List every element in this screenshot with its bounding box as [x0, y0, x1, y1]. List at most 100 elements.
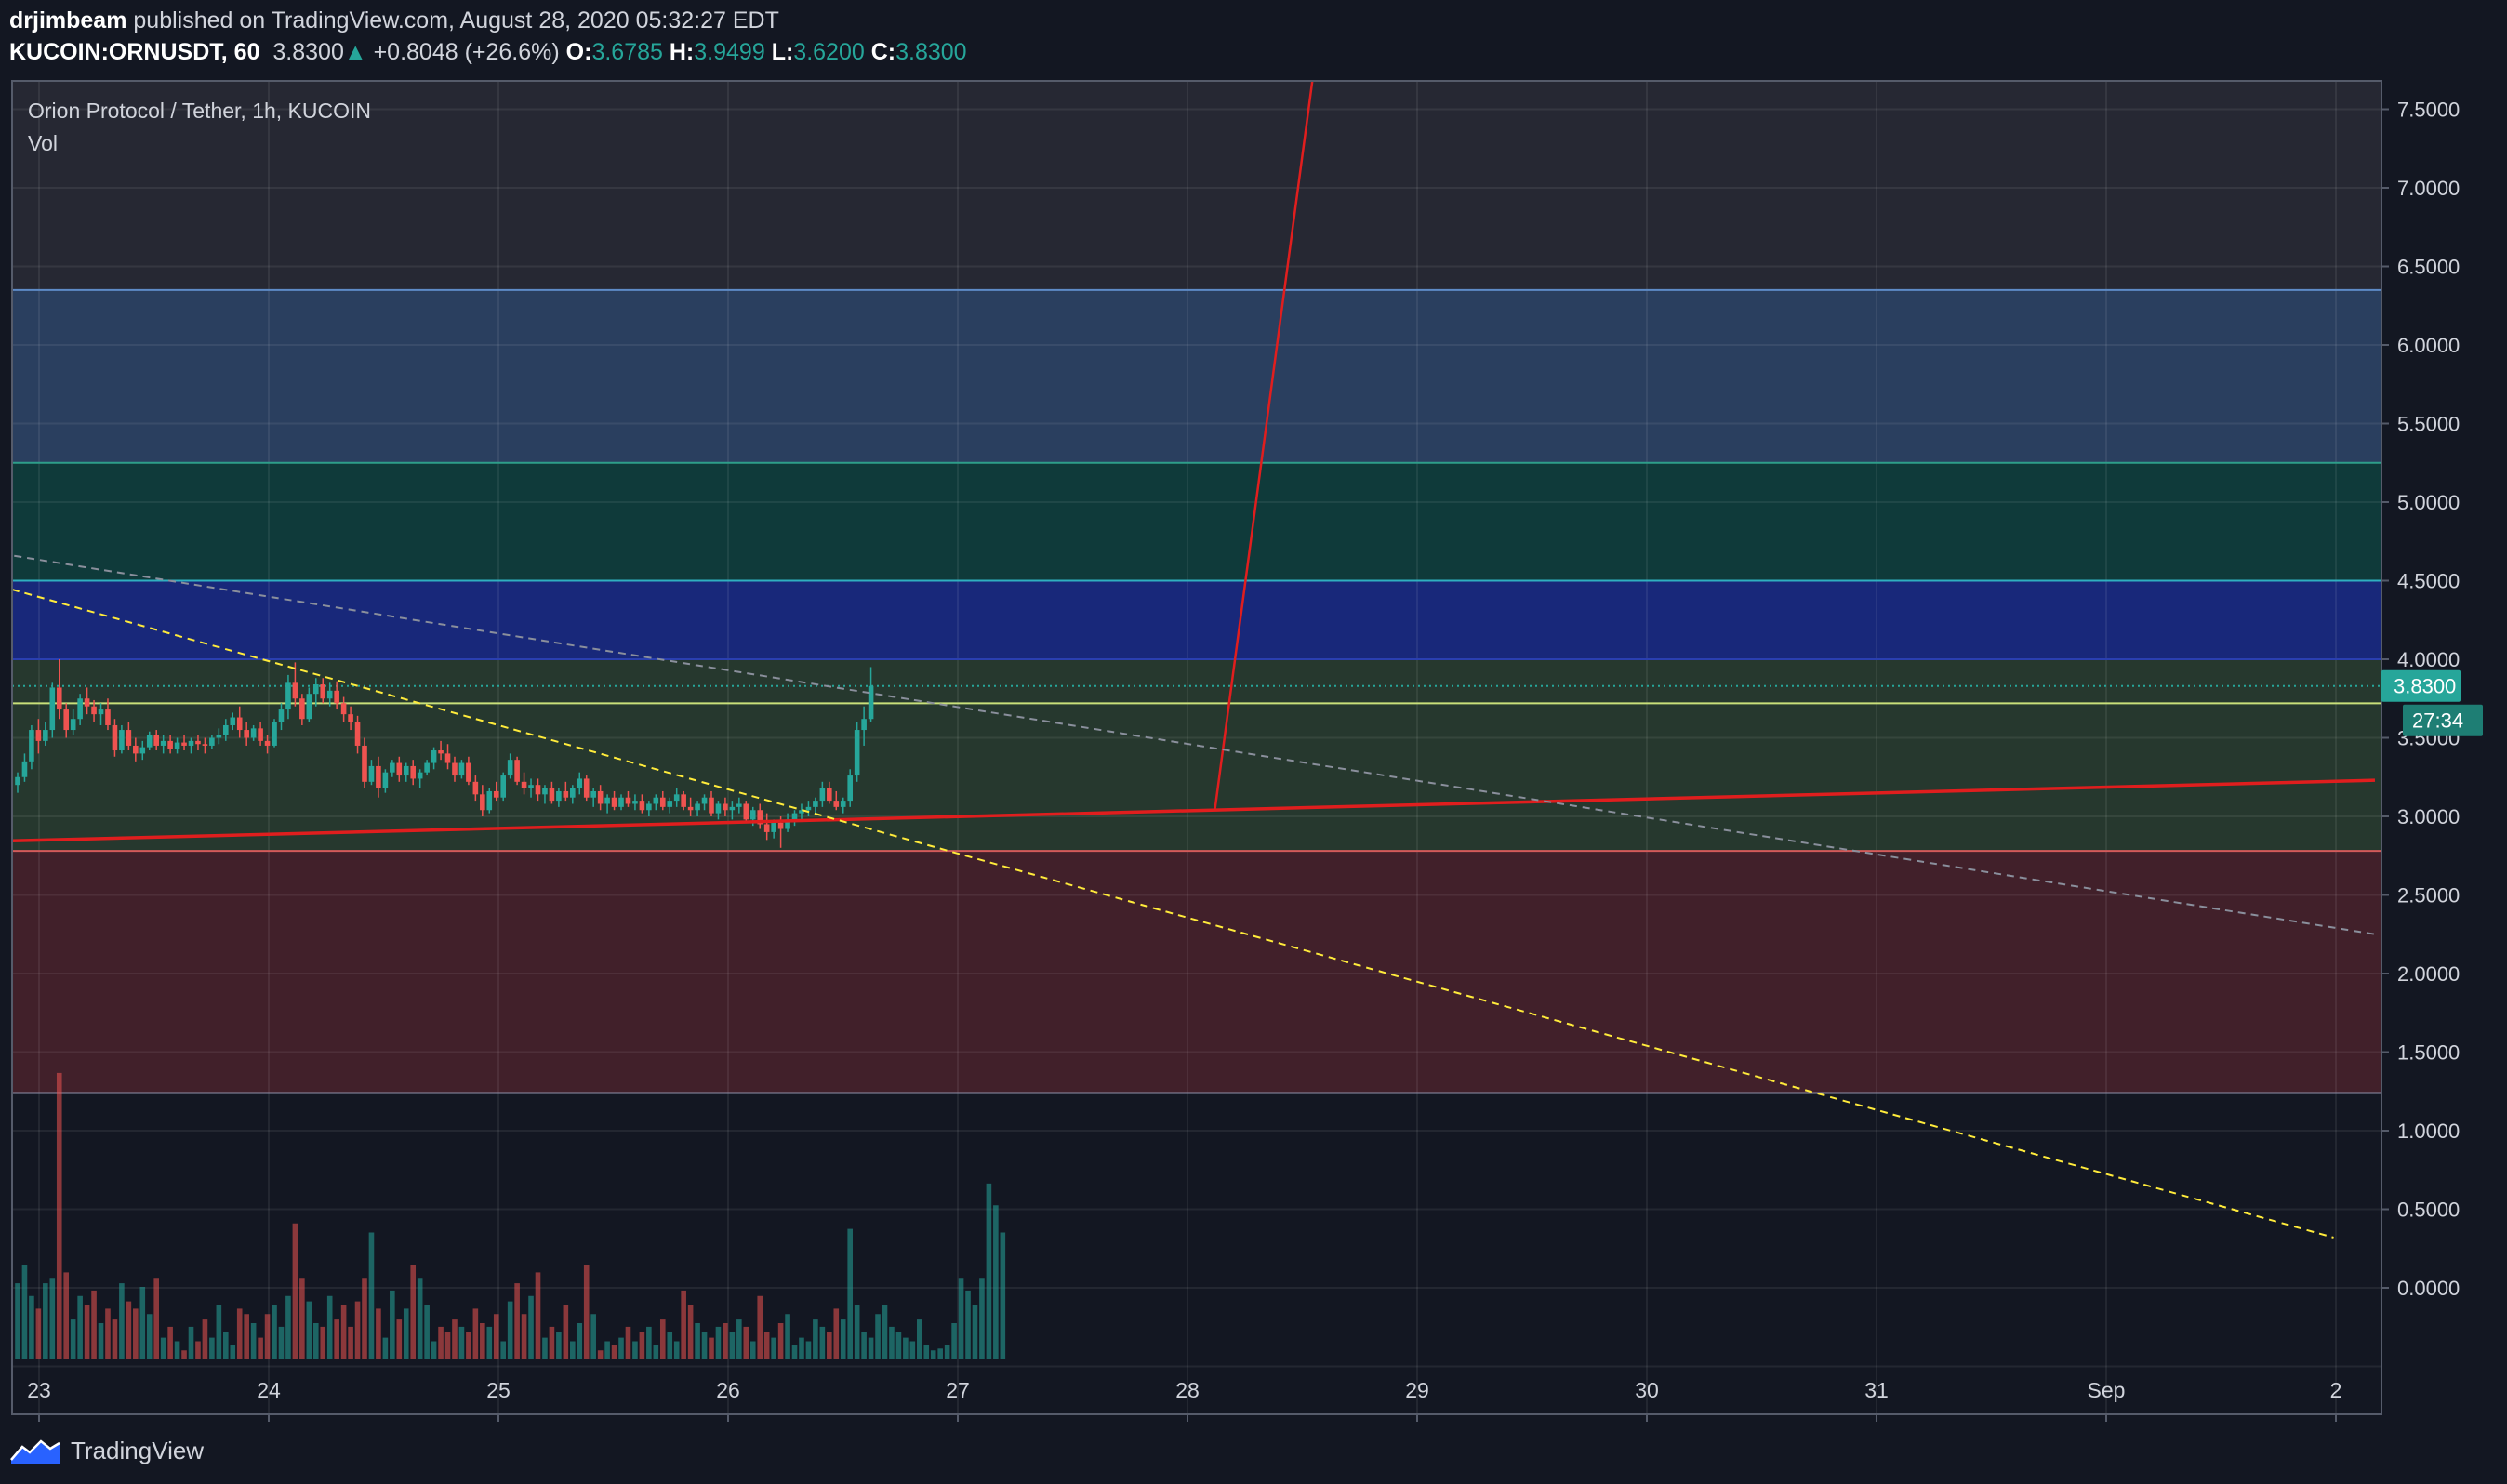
volume-bar [763, 1332, 770, 1359]
candle-body [216, 735, 222, 738]
volume-bar [577, 1323, 583, 1359]
candle-body [854, 730, 860, 776]
candle-body [382, 772, 389, 788]
candle-body [63, 709, 70, 731]
volume-bar [91, 1290, 97, 1359]
volume-bar [709, 1337, 714, 1359]
candle-body [438, 750, 444, 754]
candle-body [480, 794, 485, 811]
volume-bar [785, 1314, 790, 1359]
volume-bar [563, 1305, 569, 1359]
candle-body [597, 790, 604, 804]
candle-body [570, 788, 576, 798]
price-zone [12, 851, 2381, 1093]
volume-bar [382, 1337, 389, 1359]
candle-body [542, 788, 548, 795]
volume-bar [195, 1341, 201, 1359]
footer: TradingView [9, 1432, 204, 1469]
candle-body [577, 778, 583, 788]
volume-legend[interactable]: Vol [28, 131, 58, 155]
price-tick-label: 1.5000 [2397, 1041, 2460, 1065]
volume-bar [340, 1305, 347, 1359]
volume-bar [917, 1319, 922, 1359]
candle-body [49, 687, 56, 731]
candle-body [472, 781, 479, 795]
volume-bar [368, 1232, 375, 1359]
volume-bar [160, 1337, 166, 1359]
volume-bar [230, 1345, 236, 1359]
price-tick-label: 5.5000 [2397, 413, 2460, 436]
time-tick-label: 2 [2330, 1378, 2342, 1402]
candle-body [390, 762, 395, 773]
price-chart[interactable]: 7.5000 7.0000 6.5000 6.0000 5.5000 5.0000 4.50… [0, 0, 2507, 1484]
candle-body [819, 788, 826, 802]
volume-bar [701, 1332, 708, 1359]
candle-body [376, 765, 381, 788]
volume-bar [146, 1314, 153, 1359]
candle-body [500, 775, 506, 798]
volume-bar [819, 1326, 826, 1359]
price-tick-label: 3.0000 [2397, 805, 2460, 828]
volume-bar [250, 1323, 257, 1359]
price-tick-label: 0.5000 [2397, 1199, 2460, 1222]
volume-bar [49, 1278, 56, 1359]
volume-bar [632, 1341, 638, 1359]
candle-body [56, 687, 62, 710]
price-tick-label: 4.5000 [2397, 570, 2460, 593]
candle-body [112, 724, 118, 751]
tradingview-brand[interactable]: TradingView [71, 1437, 204, 1465]
last-price-badge-text: 3.8300 [2394, 675, 2456, 698]
volume-bar [944, 1345, 950, 1359]
volume-bar [604, 1341, 610, 1359]
volume-bar [209, 1337, 215, 1359]
volume-bar [264, 1314, 271, 1359]
price-zone [12, 289, 2381, 463]
volume-bar [334, 1319, 339, 1359]
volume-bar [875, 1314, 881, 1359]
candle-body [292, 682, 298, 699]
candle-body [250, 728, 257, 738]
candle-body [868, 685, 874, 720]
candle-body [549, 788, 555, 802]
volume-bar [972, 1305, 978, 1359]
volume-bar [868, 1337, 874, 1359]
volume-bar [320, 1326, 326, 1359]
volume-bar [715, 1326, 722, 1359]
volume-bar [43, 1283, 48, 1359]
volume-bar [805, 1341, 812, 1359]
candle-body [486, 790, 493, 811]
volume-bar [799, 1337, 804, 1359]
candle-body [209, 737, 215, 746]
volume-bar [376, 1308, 381, 1359]
candle-body [749, 810, 756, 820]
volume-bar [743, 1326, 749, 1359]
candle-body [312, 684, 319, 695]
candle-body [258, 728, 263, 741]
candle-body [195, 740, 201, 745]
price-tick-label: 0.0000 [2397, 1277, 2460, 1300]
time-tick-label: 28 [1175, 1378, 1200, 1402]
volume-bar [480, 1323, 485, 1359]
candle-body [105, 709, 111, 725]
chart-legend-title[interactable]: Orion Protocol / Tether, 1h, KUCOIN [28, 99, 371, 123]
price-zone [12, 580, 2381, 659]
volume-bar [278, 1326, 285, 1359]
candle-body [507, 760, 513, 776]
candle-body [729, 806, 736, 811]
volume-bar [1000, 1232, 1006, 1359]
candle-body [91, 706, 97, 715]
countdown-badge-text: 27:34 [2412, 709, 2463, 733]
volume-bar [521, 1314, 527, 1359]
volume-bar [292, 1223, 298, 1359]
candle-body [236, 717, 243, 731]
volume-bar [549, 1326, 555, 1359]
candle-body [348, 714, 353, 722]
candle-body [639, 801, 645, 811]
volume-bar [424, 1305, 430, 1359]
volume-bar [895, 1332, 902, 1359]
candle-body [521, 781, 527, 788]
time-tick-label: 30 [1635, 1378, 1659, 1402]
candle-body [77, 698, 83, 720]
candle-body [659, 797, 666, 807]
price-axis[interactable]: 7.5000 7.0000 6.5000 6.0000 5.5000 5.0000 4.50… [2381, 74, 2507, 1432]
